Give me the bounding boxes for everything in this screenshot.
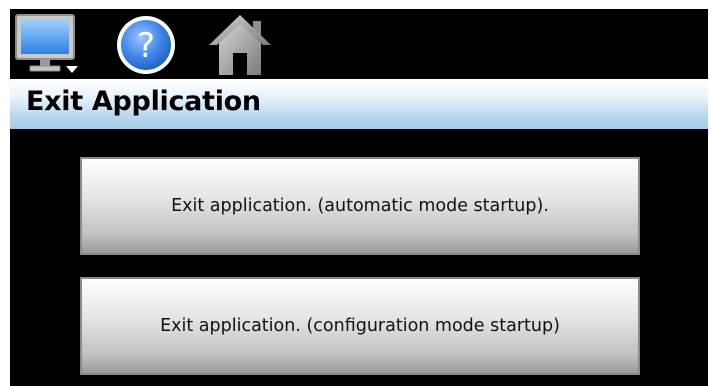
exit-configuration-mode-button[interactable]: Exit application. (configuration mode st… — [80, 277, 640, 375]
exit-configuration-mode-label: Exit application. (configuration mode st… — [160, 316, 560, 336]
home-icon[interactable] — [207, 13, 273, 77]
exit-automatic-mode-label: Exit application. (automatic mode startu… — [171, 196, 549, 216]
help-glyph: ? — [137, 26, 155, 66]
monitor-icon[interactable] — [14, 13, 80, 75]
app-screen: ? Exit Application Exit application. (au… — [10, 9, 708, 386]
exit-automatic-mode-button[interactable]: Exit application. (automatic mode startu… — [80, 157, 640, 255]
help-icon[interactable]: ? — [114, 13, 178, 77]
title-bar: Exit Application — [10, 79, 708, 129]
toolbar: ? — [10, 9, 708, 77]
page-title: Exit Application — [26, 86, 261, 117]
